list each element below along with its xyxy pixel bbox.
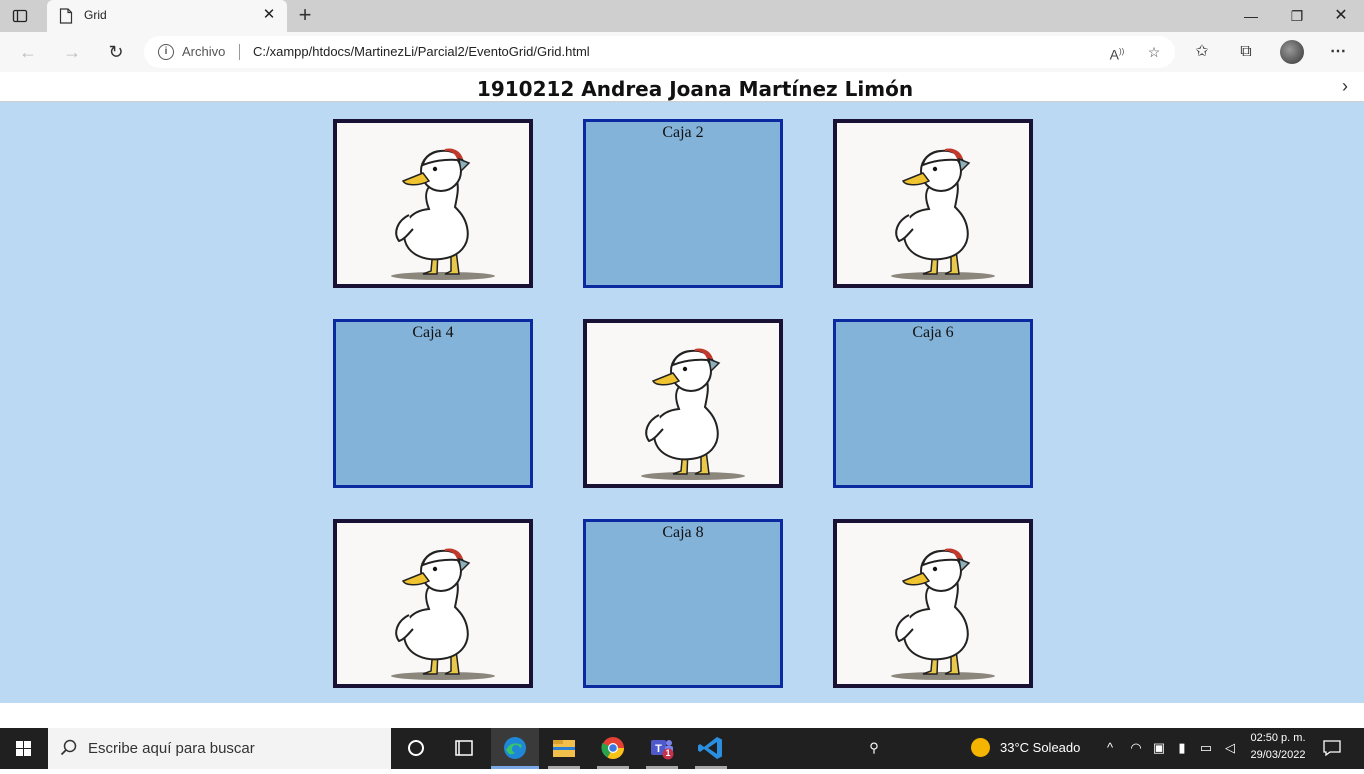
box-label: Caja 4 — [412, 324, 454, 341]
people-icon[interactable]: ⚲ — [864, 738, 884, 758]
box-label: Caja 6 — [912, 324, 954, 341]
page-header: 1910212 Andrea Joana Martínez Limón › — [0, 72, 1364, 102]
grid-box[interactable]: Caja 6 — [833, 319, 1033, 488]
grid-box[interactable] — [333, 119, 533, 288]
edge-taskbar-icon[interactable] — [491, 728, 539, 769]
site-info-label[interactable]: Archivo — [182, 44, 225, 59]
clock-time[interactable]: 02:50 p. m. — [1243, 732, 1313, 744]
minimize-icon[interactable]: — — [1228, 0, 1274, 32]
tab-title: Grid — [84, 8, 107, 22]
forward-icon[interactable]: → — [60, 40, 84, 64]
grid-box[interactable]: Caja 2 — [583, 119, 783, 288]
weather-text[interactable]: 33°C Soleado — [1000, 740, 1080, 755]
collections-icon[interactable]: ⧉ — [1234, 40, 1258, 64]
grid-box[interactable] — [333, 519, 533, 688]
read-aloud-icon[interactable]: A)) — [1108, 43, 1126, 63]
tab-grid[interactable]: Grid ✕ — [47, 0, 287, 32]
address-bar[interactable]: i Archivo C:/xampp/htdocs/MartinezLi/Par… — [144, 36, 1175, 68]
taskbar: Escribe aquí para buscar T 1 ⚲ 33°C Sole… — [0, 728, 1364, 769]
search-icon — [60, 739, 78, 757]
box-label: Caja 8 — [662, 524, 704, 541]
page-title: 1910212 Andrea Joana Martínez Limón — [476, 77, 914, 101]
browser-toolbar: ← → ↻ i Archivo C:/xampp/htdocs/Martinez… — [0, 32, 1364, 72]
more-options-icon[interactable]: ⋯ — [1326, 40, 1350, 64]
close-window-icon[interactable]: ✕ — [1318, 0, 1364, 32]
battery-icon[interactable]: ▭ — [1196, 738, 1216, 758]
address-separator — [239, 44, 240, 60]
tab-bar: Grid ✕ + — ❐ ✕ — [0, 0, 1364, 32]
back-icon[interactable]: ← — [16, 40, 40, 64]
microphone-icon[interactable]: ▮ — [1172, 738, 1192, 758]
meet-now-icon[interactable]: ▣ — [1149, 738, 1169, 758]
windows-start-icon[interactable] — [0, 728, 48, 769]
refresh-icon[interactable]: ↻ — [104, 40, 128, 64]
grid-box[interactable] — [833, 119, 1033, 288]
page-icon — [59, 8, 73, 24]
close-tab-icon[interactable]: ✕ — [261, 7, 277, 23]
volume-icon[interactable]: ◁ — [1220, 738, 1240, 758]
file-explorer-icon[interactable] — [540, 728, 588, 769]
notifications-icon[interactable] — [1322, 738, 1342, 758]
sun-weather-icon[interactable] — [971, 738, 990, 757]
profile-avatar[interactable] — [1280, 40, 1304, 64]
network-icon[interactable]: ◠ — [1126, 738, 1146, 758]
page-viewport: 1910212 Andrea Joana Martínez Limón › Ca… — [0, 72, 1364, 703]
chevron-up-icon[interactable]: ^ — [1100, 738, 1120, 758]
chevron-right-icon[interactable]: › — [1342, 76, 1348, 97]
info-icon[interactable]: i — [158, 44, 174, 60]
duck-image — [375, 537, 499, 683]
duck-image — [375, 137, 499, 283]
url-text[interactable]: C:/xampp/htdocs/MartinezLi/Parcial2/Even… — [253, 44, 590, 59]
teams-badge: 1 — [665, 748, 671, 758]
grid-box[interactable]: Caja 8 — [583, 519, 783, 688]
box-label: Caja 2 — [662, 124, 704, 141]
grid-box[interactable]: Caja 4 — [333, 319, 533, 488]
duck-image — [625, 337, 749, 483]
vscode-icon[interactable] — [687, 728, 735, 769]
task-view-icon[interactable] — [440, 728, 488, 769]
favorites-icon[interactable]: ✩ — [1190, 40, 1214, 64]
taskbar-search[interactable]: Escribe aquí para buscar — [48, 728, 391, 769]
new-tab-icon[interactable]: + — [295, 4, 315, 26]
grid-box[interactable] — [833, 519, 1033, 688]
chrome-icon[interactable] — [589, 728, 637, 769]
add-favorite-icon[interactable]: ☆ — [1145, 43, 1163, 61]
search-placeholder: Escribe aquí para buscar — [88, 740, 255, 757]
duck-image — [875, 537, 999, 683]
grid-box[interactable] — [583, 319, 783, 488]
teams-icon[interactable]: T 1 — [638, 728, 686, 769]
svg-text:T: T — [655, 743, 662, 755]
cortana-icon[interactable] — [392, 728, 440, 769]
clock-date[interactable]: 29/03/2022 — [1243, 749, 1313, 761]
duck-image — [875, 137, 999, 283]
tab-actions-icon[interactable] — [12, 8, 28, 24]
restore-icon[interactable]: ❐ — [1274, 0, 1320, 32]
